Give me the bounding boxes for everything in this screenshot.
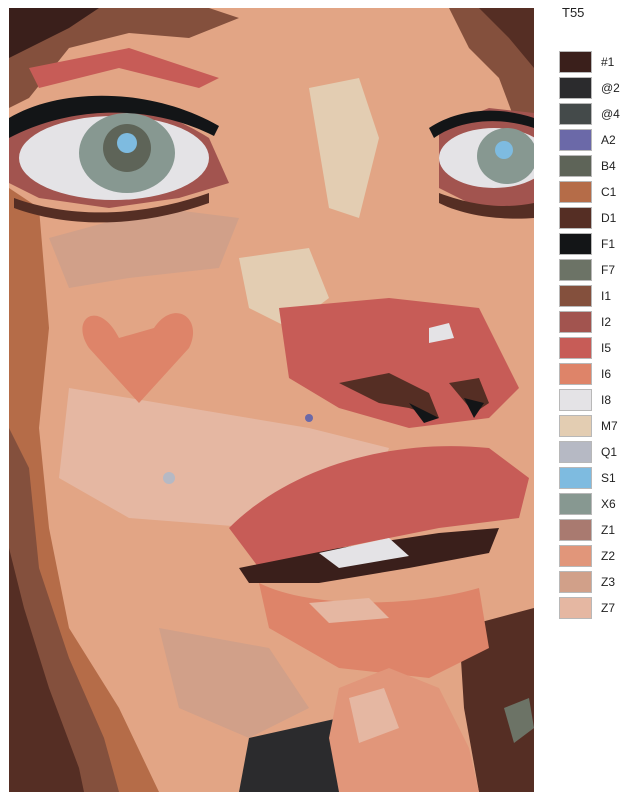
color-code-label: #1 [601,55,615,69]
color-code-label: S1 [601,471,616,485]
color-swatch [559,545,592,567]
color-code-label: X6 [601,497,616,511]
color-swatch [559,181,592,203]
color-swatch [559,155,592,177]
color-code-label: Q1 [601,445,618,459]
color-swatch [559,571,592,593]
palette-row: F7 [559,257,631,283]
color-swatch [559,207,592,229]
color-palette: #1 @2 @4 A2 B4 C1 D1 F1 F7 I1 I2 I5 I6 I8 M7 Q1 S1 X6 Z1 Z2… [559,49,631,621]
palette-row: A2 [559,127,631,153]
palette-row: Z7 [559,595,631,621]
color-code-label: Z7 [601,601,616,615]
color-code-label: I5 [601,341,612,355]
color-swatch [559,337,592,359]
color-code-label: I6 [601,367,612,381]
palette-row: D1 [559,205,631,231]
color-swatch [559,467,592,489]
color-code-label: Z2 [601,549,616,563]
palette-row: S1 [559,465,631,491]
kit-code-label: T55 [562,5,585,20]
color-code-label: M7 [601,419,618,433]
color-swatch [559,441,592,463]
palette-row: @2 [559,75,631,101]
color-swatch [559,519,592,541]
color-swatch [559,493,592,515]
color-swatch [559,77,592,99]
color-code-label: B4 [601,159,616,173]
color-code-label: I2 [601,315,612,329]
color-code-label: Z1 [601,523,616,537]
palette-row: I5 [559,335,631,361]
color-code-label: @2 [601,81,620,95]
color-swatch [559,233,592,255]
palette-row: #1 [559,49,631,75]
portrait-artwork [9,8,534,792]
color-code-label: C1 [601,185,617,199]
palette-row: X6 [559,491,631,517]
color-code-label: @4 [601,107,620,121]
palette-row: @4 [559,101,631,127]
color-swatch [559,259,592,281]
color-swatch [559,285,592,307]
cheek-accent [163,472,175,484]
color-code-label: F1 [601,237,616,251]
palette-row: Z2 [559,543,631,569]
color-swatch [559,51,592,73]
color-swatch [559,103,592,125]
color-swatch [559,129,592,151]
palette-row: Q1 [559,439,631,465]
color-code-label: I1 [601,289,612,303]
color-code-label: F7 [601,263,616,277]
palette-row: C1 [559,179,631,205]
palette-row: M7 [559,413,631,439]
color-swatch [559,363,592,385]
palette-row: I6 [559,361,631,387]
color-code-label: A2 [601,133,616,147]
color-swatch [559,389,592,411]
color-code-label: Z3 [601,575,616,589]
palette-row: I1 [559,283,631,309]
palette-row: I2 [559,309,631,335]
cheek-accent-2 [305,414,313,422]
palette-row: F1 [559,231,631,257]
palette-row: Z1 [559,517,631,543]
palette-row: B4 [559,153,631,179]
color-code-label: D1 [601,211,617,225]
color-code-label: I8 [601,393,612,407]
right-iris-reflection [495,141,513,159]
color-swatch [559,415,592,437]
color-swatch [559,311,592,333]
palette-row: I8 [559,387,631,413]
color-swatch [559,597,592,619]
portrait-painting [9,8,534,792]
left-iris-reflection [117,133,137,153]
palette-row: Z3 [559,569,631,595]
